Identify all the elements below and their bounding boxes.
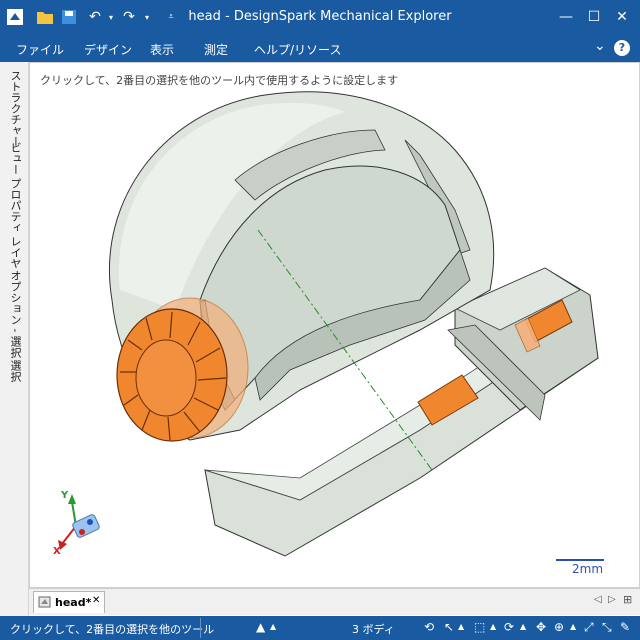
- tab-scroll-right-icon[interactable]: ▷: [608, 594, 616, 605]
- status-bar: クリックして、2番目の選択を他のツール ▲ ▲ 3 ボディ ⟲ ↖ ▲ ⬚ ▲ …: [0, 616, 640, 640]
- zoom-fit-icon[interactable]: ⤢: [584, 620, 594, 635]
- pen-icon[interactable]: ✎: [620, 620, 630, 634]
- pointer-dropdown-icon[interactable]: ▲: [458, 622, 464, 631]
- body-count: 3 ボディ: [352, 623, 395, 636]
- pointer-icon[interactable]: ↖: [444, 620, 454, 634]
- scale-label: 2mm: [572, 562, 604, 576]
- zoom-dropdown-icon[interactable]: ▲: [570, 622, 576, 631]
- scale-bar: [556, 559, 604, 561]
- status-dropdown-icon[interactable]: ▲: [270, 622, 276, 631]
- doc-tab-close-icon[interactable]: ✕: [92, 595, 100, 606]
- tab-scroll-left-icon[interactable]: ◁: [594, 594, 602, 605]
- pan-icon[interactable]: ✥: [536, 620, 546, 634]
- tab-list-icon[interactable]: ⊞: [623, 593, 632, 606]
- document-tab-strip: [29, 588, 640, 615]
- rotate-icon[interactable]: ⟳: [504, 620, 514, 634]
- triangle-up-icon[interactable]: ▲: [256, 620, 265, 634]
- view-tool-icon[interactable]: ⤡: [602, 620, 612, 635]
- selection-filter-icon[interactable]: ⟲: [424, 620, 434, 634]
- axis-y-label: Y: [61, 490, 69, 501]
- axis-x-label: X: [53, 546, 61, 557]
- zoom-icon[interactable]: ⊕: [554, 620, 564, 634]
- rotate-dropdown-icon[interactable]: ▲: [520, 622, 526, 631]
- box-select-icon[interactable]: ⬚: [474, 620, 485, 634]
- box-dropdown-icon[interactable]: ▲: [490, 622, 496, 631]
- doc-tab-label: head*: [55, 596, 92, 609]
- status-divider: [200, 618, 201, 638]
- doc-tab-head[interactable]: head* ✕: [33, 591, 105, 613]
- status-message: クリックして、2番目の選択を他のツール: [10, 623, 215, 636]
- document-icon: [38, 596, 51, 608]
